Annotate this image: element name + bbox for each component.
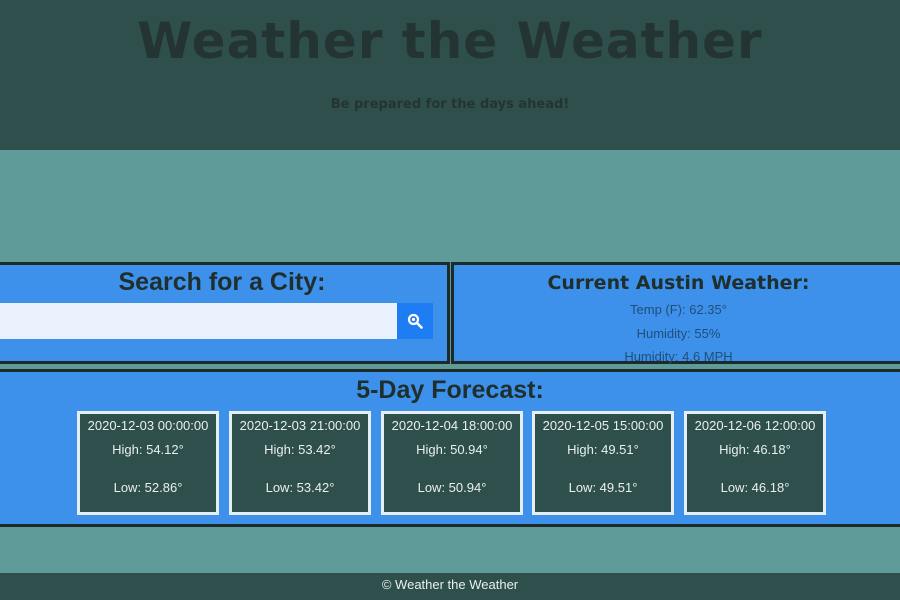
forecast-heading: 5-Day Forecast: xyxy=(356,376,544,404)
footer-copyright: © Weather the Weather xyxy=(381,577,519,592)
current-temp: Temp (F): 62.35° xyxy=(630,302,727,317)
site-tagline: Be prepared for the days ahead! xyxy=(330,97,570,112)
forecast-date: 2020-12-03 00:00:00 xyxy=(87,418,209,433)
city-search-input[interactable] xyxy=(0,303,397,339)
forecast-date: 2020-12-04 18:00:00 xyxy=(391,418,513,433)
forecast-panel: 5-Day Forecast: 2020-12-03 00:00:00 High… xyxy=(0,369,900,527)
forecast-date: 2020-12-03 21:00:00 xyxy=(239,418,361,433)
page-header: Weather the Weather Be prepared for the … xyxy=(0,0,900,150)
site-title: Weather the Weather xyxy=(137,12,763,70)
forecast-day-card: 2020-12-03 00:00:00 High: 54.12° Low: 52… xyxy=(77,411,219,515)
forecast-high: High: 53.42° xyxy=(264,442,336,457)
page-footer: © Weather the Weather xyxy=(0,573,900,600)
forecast-day-card: 2020-12-03 21:00:00 High: 53.42° Low: 53… xyxy=(229,411,371,515)
forecast-high: High: 54.12° xyxy=(112,442,184,457)
current-weather-heading: Current Austin Weather: xyxy=(547,272,810,294)
forecast-high: High: 46.18° xyxy=(719,442,791,457)
search-icon xyxy=(407,313,423,329)
forecast-day-card: 2020-12-04 18:00:00 High: 50.94° Low: 50… xyxy=(381,411,523,515)
forecast-low: Low: 50.94° xyxy=(417,480,487,495)
forecast-high: High: 49.51° xyxy=(567,442,639,457)
current-wind: Humidity: 4.6 MPH xyxy=(624,349,733,364)
forecast-low: Low: 46.18° xyxy=(720,480,790,495)
current-weather-panel: Current Austin Weather: Temp (F): 62.35°… xyxy=(451,262,900,364)
forecast-high: High: 50.94° xyxy=(416,442,488,457)
search-panel: Search for a City: xyxy=(0,262,450,364)
forecast-day-card: 2020-12-05 15:00:00 High: 49.51° Low: 49… xyxy=(532,411,674,515)
forecast-low: Low: 49.51° xyxy=(568,480,638,495)
forecast-low: Low: 53.42° xyxy=(265,480,335,495)
forecast-day-card: 2020-12-06 12:00:00 High: 46.18° Low: 46… xyxy=(684,411,826,515)
search-button[interactable] xyxy=(397,303,433,339)
forecast-date: 2020-12-05 15:00:00 xyxy=(542,418,664,433)
forecast-date: 2020-12-06 12:00:00 xyxy=(694,418,816,433)
forecast-low: Low: 52.86° xyxy=(113,480,183,495)
search-heading: Search for a City: xyxy=(118,268,326,296)
current-humidity: Humidity: 55% xyxy=(636,326,721,341)
